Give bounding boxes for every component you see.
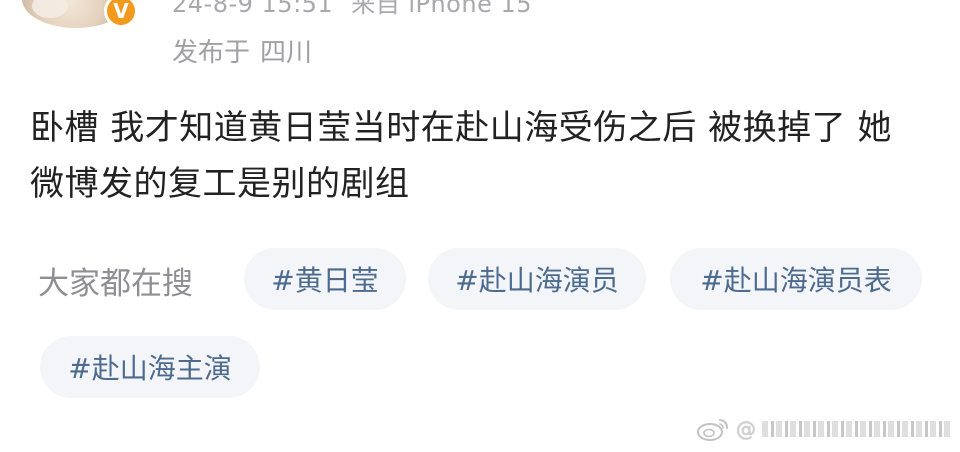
weibo-logo-icon (697, 419, 728, 441)
avatar-image (32, 0, 68, 18)
trending-tag[interactable]: #赴山海演员 (428, 248, 646, 310)
watermark-obscured-username (762, 421, 952, 437)
verified-badge-icon: V (104, 0, 138, 28)
post-source: 来自 iPhone 15 (351, 0, 533, 18)
post-location: 发布于 四川 (172, 32, 312, 69)
watermark-handle: @ (736, 417, 756, 441)
trending-label: 大家都在搜 (38, 266, 193, 302)
watermark: @ (696, 416, 952, 442)
post-timestamp: 24-8-9 15:51 (172, 0, 334, 18)
trending-tag[interactable]: #赴山海主演 (40, 336, 260, 398)
post-body-text: 卧槽 我才知道黄日莹当时在赴山海受伤之后 被换掉了 她微博发的复工是别的剧组 (30, 108, 892, 204)
verified-badge-label: V (113, 0, 129, 23)
post-card: V 24-8-9 15:51 来自 iPhone 15 发布于 四川 卧槽 我才知道… (0, 0, 960, 452)
location-prefix: 发布于 (172, 38, 251, 68)
trending-tag[interactable]: #赴山海演员表 (670, 248, 922, 310)
location-name[interactable]: 四川 (260, 38, 312, 68)
trending-tag[interactable]: #黄日莹 (244, 248, 406, 310)
post-meta: 24-8-9 15:51 来自 iPhone 15 (172, 0, 532, 19)
